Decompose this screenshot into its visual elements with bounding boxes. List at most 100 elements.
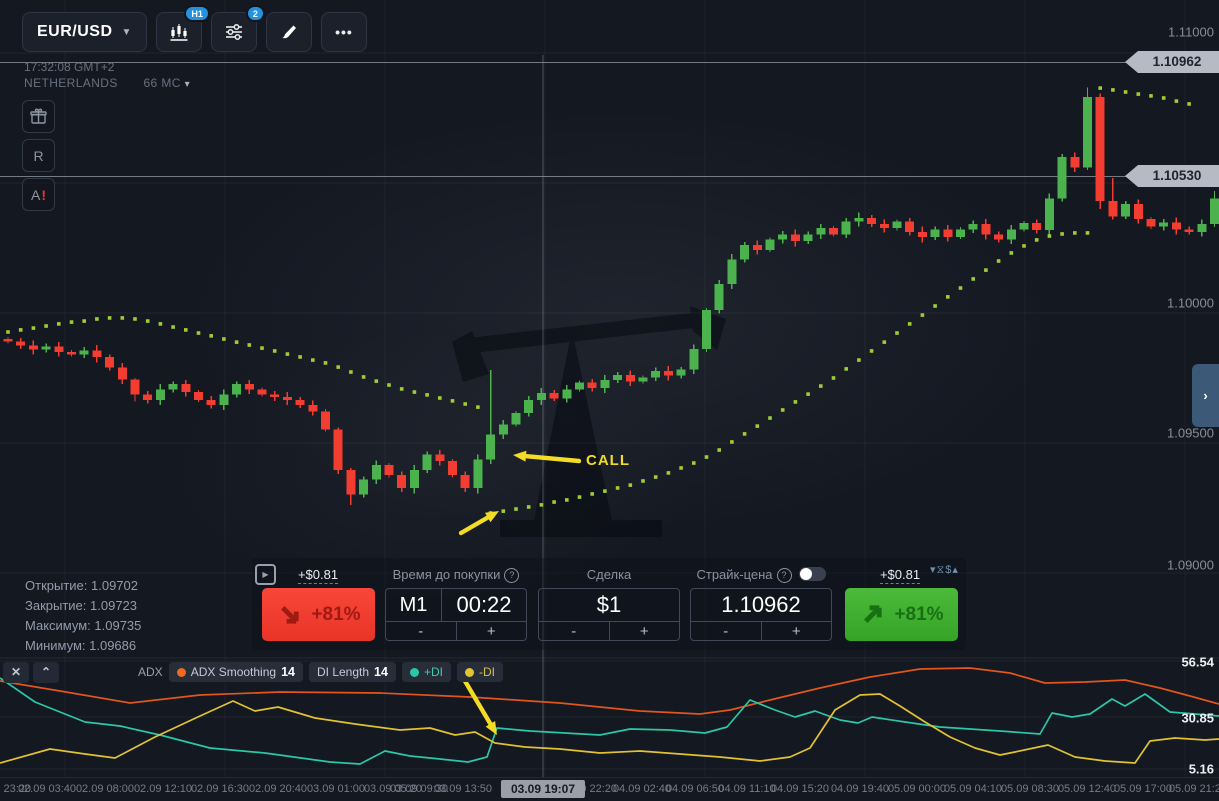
countdown-value[interactable]: 00:22 <box>442 589 526 621</box>
candle-down <box>829 228 838 234</box>
sar-dot <box>387 383 391 387</box>
indicator-close-button[interactable]: ✕ <box>3 662 29 683</box>
expiration-plus-button[interactable]: + <box>456 622 527 641</box>
ohlc-row: Закрытие: 1.09723 <box>25 596 141 616</box>
sar-dot <box>1124 90 1128 94</box>
sar-dot <box>197 331 201 335</box>
candle-down <box>1147 219 1156 227</box>
indicator-collapse-button[interactable]: ⌃ <box>33 662 59 683</box>
sar-dot <box>756 424 760 428</box>
candle-down <box>981 224 990 234</box>
amount-value[interactable]: $1 <box>539 589 679 621</box>
sell-put-button[interactable]: +81% <box>262 588 375 641</box>
sar-dot <box>349 370 353 374</box>
candle-down <box>4 339 13 342</box>
hourglass-dollar-icon: ▾⧖$▴ <box>930 564 959 576</box>
sar-dot <box>1175 99 1179 103</box>
candle-up <box>42 346 51 349</box>
timeframe-badge: H1 <box>184 5 210 22</box>
legend-dot-icon <box>410 668 419 677</box>
toggle-knob <box>800 568 812 580</box>
amount-plus-button[interactable]: + <box>609 622 680 641</box>
buy-payout[interactable]: +$0.81 <box>872 567 928 582</box>
sar-dot <box>1010 251 1014 255</box>
strike-minus-button[interactable]: - <box>691 622 761 641</box>
legend-pill-+di[interactable]: +DI <box>402 662 451 682</box>
analysis-button[interactable]: A! <box>22 178 55 211</box>
help-icon[interactable]: ? <box>504 568 519 583</box>
strike-plus-button[interactable]: + <box>761 622 832 641</box>
sar-dot <box>324 361 328 365</box>
strike-value[interactable]: 1.10962 <box>691 589 831 621</box>
sar-dot <box>184 328 188 332</box>
legend-pill-value: 14 <box>281 665 295 679</box>
candle-up <box>80 350 89 354</box>
sar-dot <box>527 505 531 509</box>
candle-up <box>1121 204 1130 216</box>
chevron-right-icon: › <box>1203 388 1207 403</box>
candle-up <box>169 384 178 389</box>
more-tools-button[interactable]: ••• <box>321 12 367 52</box>
symbol-selector[interactable]: EUR/USD ▼ <box>22 12 147 52</box>
candle-down <box>258 389 267 394</box>
amount-minus-button[interactable]: - <box>539 622 609 641</box>
expand-right-panel-tab[interactable]: › <box>1192 364 1219 427</box>
candle-up <box>854 218 863 222</box>
buy-call-button[interactable]: +81% <box>845 588 958 641</box>
time-axis-label: 02.09 16:30 <box>191 783 249 795</box>
sell-payout-value: +$0.81 <box>298 567 338 584</box>
time-axis-label: 05.09 00:00 <box>888 783 946 795</box>
legend-pill-di-length[interactable]: DI Length 14 <box>309 662 396 682</box>
candle-down <box>1096 97 1105 201</box>
candle-down <box>1134 204 1143 219</box>
sar-dot <box>1149 94 1153 98</box>
gift-button[interactable] <box>22 100 55 133</box>
drawing-tools-button[interactable] <box>266 12 312 52</box>
buy-payout-value: +$0.81 <box>880 567 920 584</box>
indicators-button[interactable]: 2 <box>211 12 257 52</box>
sar-dot <box>857 358 861 362</box>
sar-dot <box>171 325 175 329</box>
sar-dot <box>248 343 252 347</box>
expiration-minus-button[interactable]: - <box>386 622 456 641</box>
ohlc-row: Минимум: 1.09686 <box>25 636 141 656</box>
help-icon[interactable]: ? <box>777 568 792 583</box>
sell-payout[interactable]: +$0.81 <box>290 567 346 582</box>
candle-up <box>689 349 698 370</box>
candle-up <box>740 245 749 260</box>
strike-price-tag[interactable]: 1.10962 <box>1125 51 1219 73</box>
sar-dot <box>895 331 899 335</box>
sar-dot <box>1187 102 1191 106</box>
candle-up <box>562 389 571 398</box>
panel-settings-icons[interactable]: ▾⧖$▴ <box>930 563 959 577</box>
chevron-down-icon: ▾ <box>185 79 190 90</box>
sar-dot <box>641 479 645 483</box>
time-axis[interactable]: 01.09 23:2002.09 03:4002.09 08:0002.09 1… <box>0 777 1219 801</box>
chevron-up-icon: ⌃ <box>41 665 51 679</box>
latency-selector[interactable]: 66 MC ▾ <box>143 76 190 90</box>
legend-pill-name: DI Length <box>317 665 369 679</box>
sar-dot <box>82 319 86 323</box>
candle-down <box>92 350 101 357</box>
current-price-tag: 1.10530 <box>1125 165 1219 187</box>
sar-dot <box>590 492 594 496</box>
chart-type-button[interactable]: H1 <box>156 12 202 52</box>
brush-icon <box>279 23 298 42</box>
strike-toggle[interactable] <box>799 567 826 581</box>
legend-pill-value: 14 <box>374 665 388 679</box>
sar-dot <box>883 340 887 344</box>
sar-dot <box>1098 86 1102 90</box>
reload-button[interactable]: R <box>22 139 55 172</box>
time-axis-label: 04.09 19:40 <box>831 783 889 795</box>
sar-dot <box>235 340 239 344</box>
sar-dot <box>781 408 785 412</box>
legend-pill-adx-smoothing[interactable]: ADX Smoothing14 <box>169 662 303 682</box>
sar-dot <box>286 352 290 356</box>
expiration-label: Время до покупки? <box>385 567 527 583</box>
timeframe-selector[interactable]: M1 <box>386 589 442 621</box>
sar-dot <box>1111 88 1115 92</box>
trades-drawer-icon[interactable]: ▶ <box>255 564 276 585</box>
legend-pill--di[interactable]: -DI <box>457 662 503 682</box>
candle-down <box>397 475 406 488</box>
ohlc-readout: Открытие: 1.09702Закрытие: 1.09723Максим… <box>25 576 141 656</box>
